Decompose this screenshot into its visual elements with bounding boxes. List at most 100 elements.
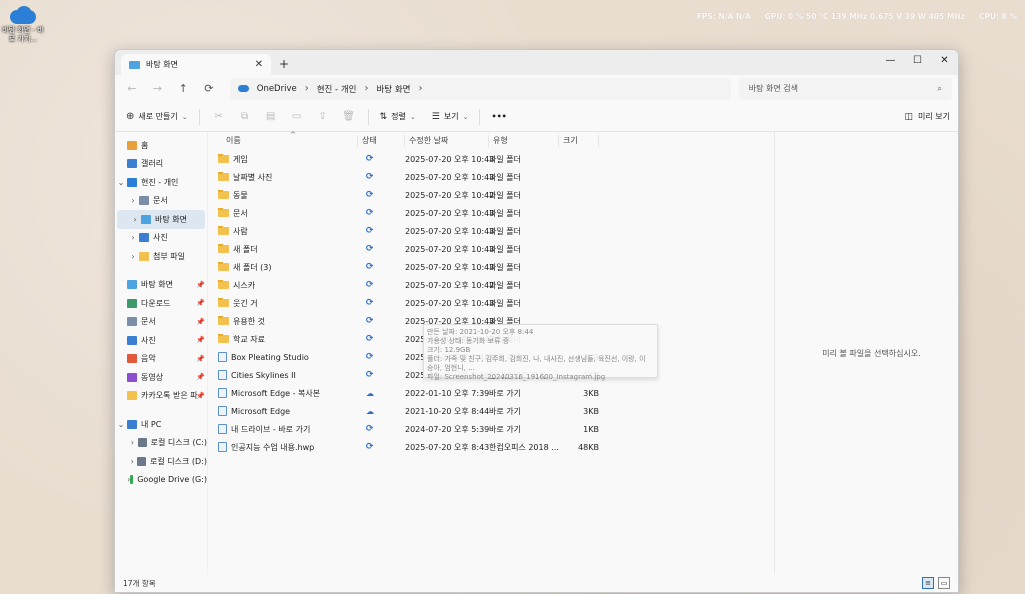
sidebar-item-pc-1[interactable]: › 로컬 디스크 (C:)	[115, 434, 207, 453]
up-button[interactable]: ↑	[172, 78, 194, 100]
copy-icon[interactable]: ⧉	[234, 106, 256, 128]
sort-button[interactable]: ⇅ 정렬 ⌄	[377, 106, 419, 128]
sidebar-item-quick-3[interactable]: 사진 📌	[115, 331, 207, 350]
more-options-button[interactable]: •••	[488, 106, 509, 128]
table-row[interactable]: 게임 ⟳ 2025-07-20 오후 10:43 파일 폴더	[208, 150, 774, 168]
sidebar-item-quick-5[interactable]: 동영상 📌	[115, 368, 207, 387]
sidebar-item-quick-2[interactable]: 문서 📌	[115, 313, 207, 332]
desktop-folder-icon	[129, 60, 140, 69]
pin-icon: 📌	[196, 336, 205, 345]
breadcrumb[interactable]: OneDrive › 현진 - 개인 › 바탕 화면 ›	[229, 77, 731, 100]
column-type[interactable]: 유형	[489, 135, 559, 147]
refresh-button[interactable]: ⟳	[198, 78, 220, 100]
file-name-cell: 게임	[208, 153, 358, 165]
paste-icon[interactable]: ▤	[260, 106, 282, 128]
column-date[interactable]: 수정한 날짜	[405, 135, 489, 147]
view-button[interactable]: ☰ 보기 ⌄	[429, 106, 472, 128]
folder-icon	[127, 391, 137, 401]
sidebar-item-quick-4[interactable]: 음악 📌	[115, 350, 207, 369]
close-button[interactable]: ✕	[931, 50, 958, 70]
sidebar-item-quick-1[interactable]: 다운로드 📌	[115, 294, 207, 313]
table-row[interactable]: Microsoft Edge - 복사본 ☁ 2022-01-10 오후 7:39 바…	[208, 384, 774, 402]
breadcrumb-desktop[interactable]: 바탕 화면	[376, 83, 410, 95]
sidebar-item-cloud-5[interactable]: › 사진	[115, 229, 207, 248]
column-name[interactable]: 이름	[208, 135, 358, 147]
tooltip-line: 만든 날짜: 2021-10-20 오후 8:44	[427, 328, 534, 336]
sync-pending-icon: ⟳	[366, 370, 374, 380]
search-icon[interactable]: ⌕	[938, 84, 942, 94]
sidebar-item-label: 바탕 화면	[141, 280, 173, 290]
tiles-view-icon[interactable]: ▭	[938, 577, 950, 589]
chevron-right-icon[interactable]: ›	[127, 233, 139, 242]
table-row[interactable]: 새 폴더 ⟳ 2025-07-20 오후 10:43 파일 폴더	[208, 240, 774, 258]
breadcrumb-onedrive[interactable]: OneDrive	[257, 84, 297, 94]
minimize-button[interactable]: —	[877, 50, 904, 70]
desktop-shortcut[interactable]: 바탕 화면 - 바로 가기...	[2, 6, 44, 44]
file-name-cell: 인공지능 수업 내용.hwp	[208, 442, 358, 453]
cut-icon[interactable]: ✂	[208, 106, 230, 128]
plus-icon: ⊕	[126, 111, 135, 122]
back-button[interactable]: ←	[121, 78, 143, 100]
table-row[interactable]: 웃긴 거 ⟳ 2025-07-20 오후 10:43 파일 폴더	[208, 294, 774, 312]
sidebar-item-cloud-3[interactable]: › 문서	[115, 192, 207, 211]
table-row[interactable]: 시스카 ⟳ 2025-07-20 오후 10:42 파일 폴더	[208, 276, 774, 294]
table-row[interactable]: 문서 ⟳ 2025-07-20 오후 10:43 파일 폴더	[208, 204, 774, 222]
status-cell: ⟳	[358, 226, 405, 236]
table-row[interactable]: 인공지능 수업 내용.hwp ⟳ 2025-07-20 오후 8:43 한컴오피스 2…	[208, 438, 774, 456]
sidebar-item-quick-0[interactable]: 바탕 화면 📌	[115, 276, 207, 295]
sidebar-item-quick-6[interactable]: 카카오톡 받은 파 📌	[115, 387, 207, 406]
new-button[interactable]: ⊕ 새로 만들기 ⌄	[123, 106, 191, 128]
chevron-right-icon[interactable]: ›	[127, 196, 139, 205]
details-view-icon[interactable]: ≡	[922, 577, 934, 589]
onedrive-icon	[237, 85, 249, 92]
table-row[interactable]: 내 드라이브 - 바로 가기 ⟳ 2024-07-20 오후 5:39 바로 가기 1K…	[208, 420, 774, 438]
chevron-right-icon[interactable]: ›	[127, 457, 137, 466]
chevron-down-icon[interactable]: ⌄	[115, 178, 127, 187]
forward-button[interactable]: →	[147, 78, 169, 100]
status-cell: ⟳	[358, 208, 405, 218]
table-row[interactable]: 날짜별 사진 ⟳ 2025-07-20 오후 10:43 파일 폴더	[208, 168, 774, 186]
sidebar-item-cloud-1[interactable]: 갤러리	[115, 155, 207, 174]
breadcrumb-personal[interactable]: 현진 - 개인	[317, 83, 357, 95]
sidebar-item-pc-3[interactable]: › Google Drive (G:)	[115, 471, 207, 490]
tab-desktop[interactable]: 바탕 화면 ✕	[121, 54, 271, 75]
delete-icon[interactable]: 🗑	[338, 106, 360, 128]
chevron-right-icon[interactable]: ›	[129, 215, 141, 224]
table-row[interactable]: Microsoft Edge ☁ 2021-10-20 오후 8:44 바로 가기 3K…	[208, 402, 774, 420]
sidebar-item-cloud-2[interactable]: ⌄ 현진 - 개인	[115, 173, 207, 192]
maximize-button[interactable]: ☐	[904, 50, 931, 70]
new-tab-button[interactable]: +	[279, 57, 289, 71]
chevron-right-icon[interactable]: ›	[418, 83, 422, 94]
type-cell: 파일 폴더	[489, 244, 521, 254]
sidebar-item-pc-2[interactable]: › 로컬 디스크 (D:)	[115, 452, 207, 471]
file-name-cell: 유용한 것	[208, 315, 358, 327]
chevron-right-icon[interactable]: ›	[127, 438, 138, 447]
table-row[interactable]: 동물 ⟳ 2025-07-20 오후 10:42 파일 폴더	[208, 186, 774, 204]
view-icon: ☰	[431, 111, 440, 122]
sidebar-item-label: 사진	[153, 233, 168, 243]
column-size[interactable]: 크기	[559, 135, 599, 147]
sidebar-item-pc-0[interactable]: ⌄ 내 PC	[115, 415, 207, 434]
date-cell: 2025-07-20 오후 10:43	[405, 226, 495, 236]
chevron-down-icon[interactable]: ⌄	[115, 420, 127, 429]
chevron-right-icon[interactable]: ›	[127, 252, 139, 261]
folder-icon	[218, 171, 229, 181]
folder-icon	[218, 315, 229, 325]
table-row[interactable]: 사람 ⟳ 2025-07-20 오후 10:43 파일 폴더	[208, 222, 774, 240]
file-icon	[218, 388, 227, 398]
sidebar-item-cloud-4[interactable]: › 바탕 화면	[117, 210, 205, 229]
column-status[interactable]: 상태	[358, 135, 405, 147]
table-row[interactable]: 새 폴더 (3) ⟳ 2025-07-20 오후 10:43 파일 폴더	[208, 258, 774, 276]
close-tab-icon[interactable]: ✕	[255, 59, 263, 70]
sidebar-item-cloud-6[interactable]: › 첨부 파일	[115, 247, 207, 266]
share-icon[interactable]: ⇪	[312, 106, 334, 128]
sidebar-item-label: 현진 - 개인	[141, 177, 179, 187]
search-input[interactable]: 바탕 화면 검색 ⌕	[738, 77, 952, 100]
sidebar-item-cloud-0[interactable]: 홈	[115, 136, 207, 155]
chevron-right-icon: ›	[364, 83, 369, 94]
date-cell: 2025-07-20 오후 10:43	[405, 154, 495, 164]
date-cell: 2024-07-20 오후 5:39	[405, 424, 490, 434]
preview-pane-button[interactable]: ◫ 미리 보기	[905, 111, 951, 122]
rename-icon[interactable]: ▭	[286, 106, 308, 128]
divider	[367, 108, 369, 125]
